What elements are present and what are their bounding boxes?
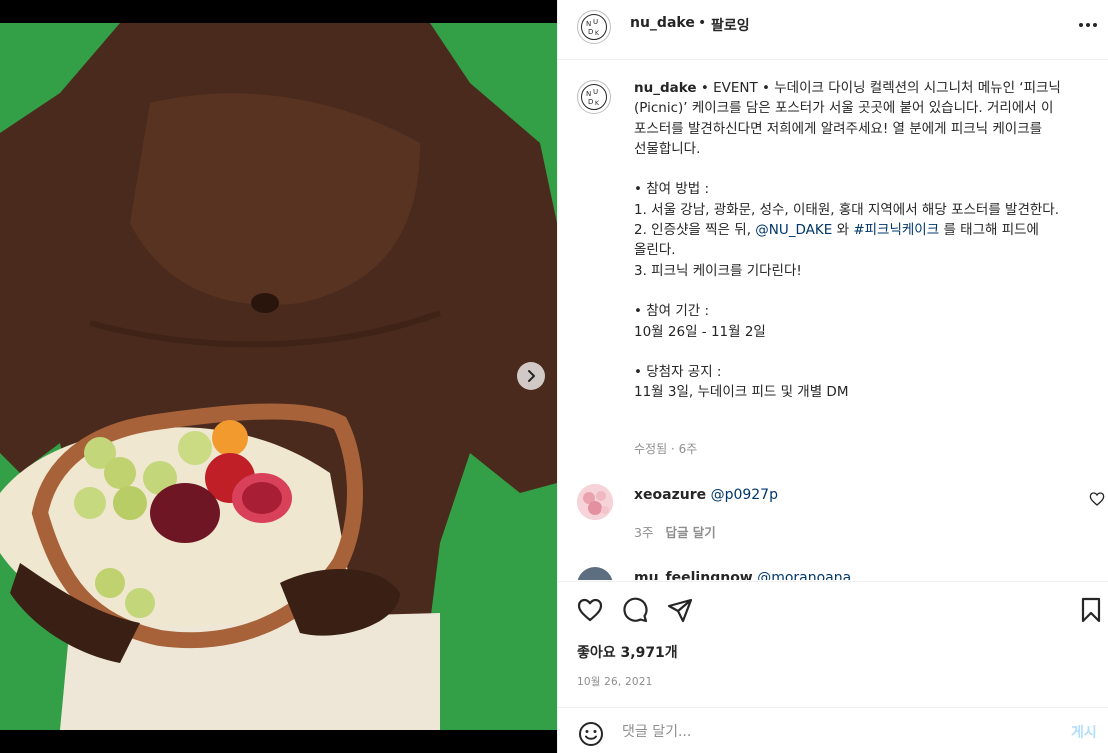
add-comment-bar: 게시 xyxy=(558,707,1108,753)
caption-text-1: • EVENT • 누데이크 다이닝 컬렉션의 시그니처 메뉴인 ‘피크닉(Pi… xyxy=(634,80,1061,239)
header-username[interactable]: nu_dake xyxy=(630,15,695,31)
post-side-panel: N U D K nu_dake • 팔로잉 N U D K nu_dake • … xyxy=(557,0,1108,753)
comment-text: xeoazure @p0927p xyxy=(634,487,778,503)
caption-mention[interactable]: @NU_DAKE xyxy=(755,222,832,238)
comment-username[interactable]: xeoazure xyxy=(634,487,706,503)
svg-text:D: D xyxy=(588,28,593,36)
paper-plane-icon[interactable] xyxy=(666,596,694,624)
caption-username[interactable]: nu_dake xyxy=(634,80,697,96)
post-comment-button[interactable]: 게시 xyxy=(1071,722,1097,742)
comment-icon[interactable] xyxy=(621,596,649,624)
next-image-button[interactable] xyxy=(517,362,545,390)
caption-avatar[interactable]: N U D K xyxy=(577,80,611,114)
comment-input[interactable] xyxy=(622,719,1032,745)
comment-username[interactable]: mu_feelingnow xyxy=(634,570,753,580)
comment-mention[interactable]: @p0927p xyxy=(711,487,778,503)
comment-avatar[interactable] xyxy=(577,567,613,580)
svg-text:N: N xyxy=(586,90,591,98)
separator-dot: • xyxy=(698,15,707,31)
comment-text: mu_feelingnow @moranoana xyxy=(634,570,851,580)
svg-text:U: U xyxy=(593,18,598,26)
caption-text-3: 를 태그해 피드에 올린다. 3. 피크닉 케이크를 기다린다! • 참여 기간… xyxy=(634,222,1039,401)
photo-illustration xyxy=(0,23,557,730)
caption-hashtag[interactable]: #피크닉케이크 xyxy=(853,222,939,238)
svg-text:U: U xyxy=(593,88,598,96)
more-horizontal-icon xyxy=(1079,23,1097,27)
comments-section[interactable]: N U D K nu_dake • EVENT • 누데이크 다이닝 컬렉션의 … xyxy=(558,61,1108,580)
svg-text:D: D xyxy=(588,98,593,106)
comment-avatar[interactable] xyxy=(577,484,613,520)
post-photo[interactable] xyxy=(0,23,557,730)
reply-button[interactable]: 답글 달기 xyxy=(665,525,715,540)
more-options-button[interactable] xyxy=(1074,15,1102,35)
svg-text:K: K xyxy=(595,100,600,107)
comment-mention[interactable]: @moranoana xyxy=(757,570,851,580)
comment-meta: 3주 답글 달기 xyxy=(634,522,716,541)
post-header: N U D K nu_dake • 팔로잉 xyxy=(558,0,1108,60)
bookmark-icon[interactable] xyxy=(1077,596,1105,624)
avatar-image xyxy=(577,484,613,520)
svg-text:N: N xyxy=(586,20,591,28)
caption-text: nu_dake • EVENT • 누데이크 다이닝 컬렉션의 시그니처 메뉴인… xyxy=(634,78,1084,403)
avatar[interactable]: N U D K xyxy=(577,10,611,44)
chevron-right-icon xyxy=(528,370,535,382)
svg-text:K: K xyxy=(595,30,600,37)
post-date[interactable]: 10월 26, 2021 xyxy=(577,674,653,689)
post-media xyxy=(0,0,557,753)
brand-logo-icon: N U D K xyxy=(581,14,607,40)
smile-icon[interactable] xyxy=(578,721,604,747)
comment-time[interactable]: 3주 xyxy=(634,525,653,540)
brand-logo-icon: N U D K xyxy=(581,84,607,110)
caption-meta: 수정됨 · 6주 xyxy=(634,442,698,456)
post-actions: 좋아요 3,971개 10월 26, 2021 게시 xyxy=(558,581,1108,753)
heart-icon[interactable] xyxy=(1089,491,1105,507)
likes-count[interactable]: 좋아요 3,971개 xyxy=(577,642,678,662)
caption-text-2: 와 xyxy=(832,222,854,239)
heart-icon[interactable] xyxy=(576,596,604,624)
following-button[interactable]: 팔로잉 xyxy=(711,15,750,35)
